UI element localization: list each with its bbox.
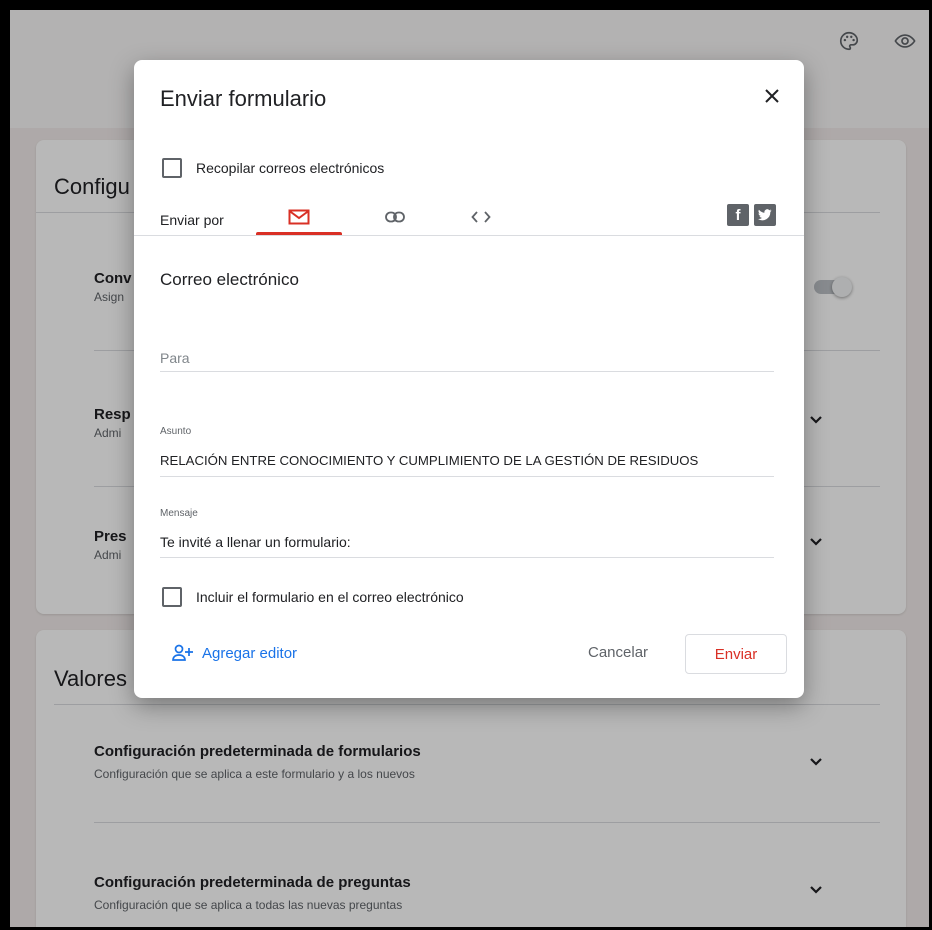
to-field-underline bbox=[160, 371, 774, 372]
code-icon bbox=[471, 211, 491, 223]
subject-label: Asunto bbox=[160, 426, 192, 437]
person-add-icon bbox=[172, 644, 193, 661]
forms-app: Configu Conv Asign Resp Admi Pres Admi V… bbox=[10, 10, 929, 927]
tab-embed[interactable] bbox=[446, 198, 516, 236]
subject-field[interactable]: RELACIÓN ENTRE CONOCIMIENTO Y CUMPLIMIEN… bbox=[160, 453, 698, 468]
subject-field-underline bbox=[160, 476, 774, 477]
section-title: Correo electrónico bbox=[160, 270, 299, 289]
message-field[interactable]: Te invité a llenar un formulario: bbox=[160, 534, 351, 550]
twitter-icon bbox=[758, 209, 772, 221]
include-form-checkbox[interactable] bbox=[162, 587, 182, 607]
tabs-divider bbox=[134, 235, 804, 236]
link-icon bbox=[385, 211, 405, 223]
add-editor-button[interactable]: Agregar editor bbox=[172, 644, 297, 662]
twitter-share-button[interactable] bbox=[754, 204, 776, 226]
send-form-dialog: Enviar formulario Recopilar correos elec… bbox=[134, 60, 804, 698]
add-editor-label: Agregar editor bbox=[202, 644, 298, 662]
tab-email[interactable] bbox=[264, 198, 334, 236]
send-via-label: Enviar por bbox=[160, 212, 224, 228]
facebook-icon: f bbox=[735, 206, 741, 224]
facebook-share-button[interactable]: f bbox=[727, 204, 749, 226]
tab-link[interactable] bbox=[360, 198, 430, 236]
dialog-title: Enviar formulario bbox=[160, 86, 327, 111]
include-form-label: Incluir el formulario en el correo elect… bbox=[196, 589, 464, 605]
mail-icon bbox=[288, 209, 310, 225]
send-button[interactable]: Enviar bbox=[685, 634, 787, 674]
close-icon bbox=[765, 89, 779, 103]
collect-emails-checkbox[interactable] bbox=[162, 158, 182, 178]
message-label: Mensaje bbox=[160, 508, 198, 519]
collect-emails-label: Recopilar correos electrónicos bbox=[196, 160, 385, 176]
message-field-underline bbox=[160, 557, 774, 558]
close-button[interactable] bbox=[760, 84, 784, 108]
to-field[interactable]: Para bbox=[160, 350, 190, 366]
cancel-button[interactable]: Cancelar bbox=[588, 644, 648, 661]
